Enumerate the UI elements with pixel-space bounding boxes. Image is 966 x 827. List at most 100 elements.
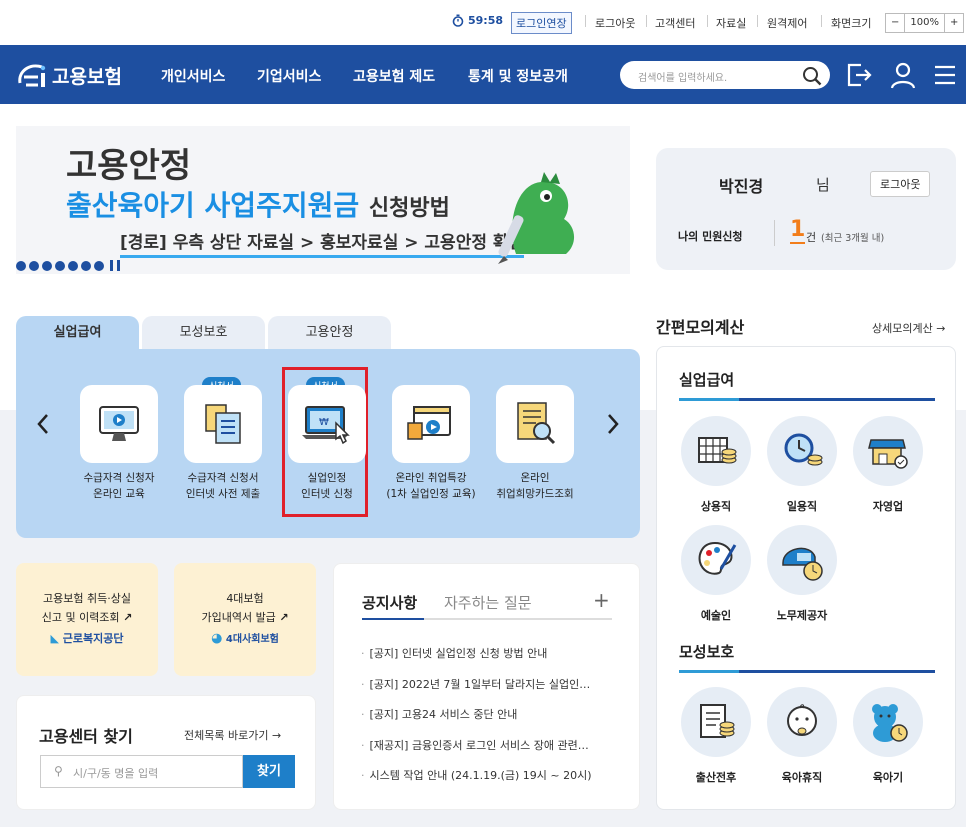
chevron-left-icon[interactable] bbox=[36, 413, 50, 435]
menu-personal[interactable]: 개인서비스 bbox=[161, 66, 225, 86]
tab-unemployment[interactable]: 실업급여 bbox=[16, 316, 139, 350]
calc-parental-leave-button[interactable] bbox=[767, 687, 837, 757]
tab-employment-stability[interactable]: 고용안정 bbox=[268, 316, 391, 350]
search-icon: ⚲ bbox=[54, 764, 63, 778]
video-window-icon bbox=[407, 406, 451, 440]
full-list-link[interactable]: 전체목록 바로가기 → bbox=[184, 727, 281, 743]
calc-daily-button[interactable] bbox=[767, 416, 837, 486]
remote-control-link[interactable]: 원격제어 bbox=[767, 15, 807, 31]
center-search-input[interactable]: ⚲ 시/구/동 명을 입력 bbox=[40, 755, 243, 788]
notice-item[interactable]: [재공지] 금융인증서 로그인 서비스 장애 관련… bbox=[361, 737, 589, 753]
notice-item[interactable]: 시스템 작업 안내 (24.1.19.(금) 19시 ~ 20시) bbox=[361, 767, 592, 783]
calc-title: 간편모의계산 bbox=[656, 318, 745, 337]
calc-label: 육아기 bbox=[872, 771, 904, 784]
tab-faq[interactable]: 자주하는 질문 bbox=[444, 592, 532, 613]
petition-count[interactable]: 1 bbox=[790, 218, 806, 244]
calc-prepost-birth-button[interactable] bbox=[681, 687, 751, 757]
more-button[interactable]: + bbox=[593, 588, 610, 612]
user-icon[interactable] bbox=[889, 61, 917, 89]
calc-label: 예술인 bbox=[700, 609, 732, 622]
notice-item[interactable]: [공지] 인터넷 실업인정 신청 방법 안내 bbox=[361, 645, 548, 661]
zoom-in-button[interactable]: + bbox=[945, 14, 963, 32]
service-label: 수급자격 신청자 온라인 교육 bbox=[83, 472, 155, 500]
divider bbox=[646, 15, 647, 27]
comwel-logo-icon: ◣ bbox=[50, 632, 59, 645]
calc-labor-provider-button[interactable] bbox=[767, 525, 837, 595]
tab-notice[interactable]: 공지사항 bbox=[362, 592, 417, 613]
service-label: 수급자격 신청서 인터넷 사전 제출 bbox=[185, 472, 261, 500]
archive-link[interactable]: 자료실 bbox=[716, 15, 746, 31]
calc-childcare-button[interactable] bbox=[853, 687, 923, 757]
timer-value: 59:58 bbox=[468, 14, 504, 27]
promo-card-4insurance[interactable]: 4대보험 가입내역서 발급 ↗ ◕ 4대사회보험 bbox=[174, 563, 316, 676]
search-icon[interactable] bbox=[802, 66, 822, 86]
service-online-education[interactable] bbox=[80, 385, 158, 463]
zoom-out-button[interactable]: − bbox=[886, 14, 906, 32]
notice-box: 공지사항 자주하는 질문 + [공지] 인터넷 실업인정 신청 방법 안내 [공… bbox=[333, 563, 640, 810]
search-input[interactable]: 검색어를 입력하세요. bbox=[620, 61, 830, 89]
four-insurance-logo-icon: ◕ bbox=[211, 631, 223, 646]
divider bbox=[585, 15, 586, 27]
pagination-dot[interactable] bbox=[29, 260, 39, 271]
calendar-coins-icon bbox=[698, 437, 737, 464]
hamburger-menu-icon[interactable] bbox=[933, 61, 957, 89]
banner-subtitle: 출산육아기 사업주지원금 신청방법 bbox=[66, 189, 450, 222]
detail-calc-link[interactable]: 상세모의계산 → bbox=[872, 320, 945, 336]
calc-label: 육아휴직 bbox=[781, 771, 823, 784]
calc-section-maternity: 모성보호 bbox=[679, 641, 935, 673]
menu-statistics[interactable]: 통계 및 정보공개 bbox=[468, 66, 568, 86]
pause-icon[interactable] bbox=[110, 260, 113, 271]
calc-artist-button[interactable] bbox=[681, 525, 751, 595]
main-banner[interactable]: 고용안정 출산육아기 사업주지원금 신청방법 [경로] 우측 상단 자료실 > … bbox=[16, 126, 630, 274]
customer-center-link[interactable]: 고객센터 bbox=[655, 15, 695, 31]
stopwatch-icon bbox=[452, 14, 464, 27]
center-search-placeholder: 시/구/동 명을 입력 bbox=[73, 767, 159, 780]
find-button[interactable]: 찾기 bbox=[243, 755, 295, 788]
tab-maternity[interactable]: 모성보호 bbox=[142, 316, 265, 350]
documents-icon bbox=[205, 404, 241, 444]
logout-link[interactable]: 로그아웃 bbox=[595, 15, 635, 31]
notice-item[interactable]: [공지] 2022년 7월 1일부터 달라지는 실업인… bbox=[361, 676, 591, 692]
utility-bar: 59:58 로그인연장 로그아웃 고객센터 자료실 원격제어 화면크기 − 10… bbox=[0, 0, 966, 45]
menu-system[interactable]: 고용보험 제도 bbox=[353, 66, 435, 86]
pagination-dot[interactable] bbox=[55, 260, 65, 271]
org-4insurance: ◕ 4대사회보험 bbox=[211, 631, 279, 646]
pagination-dot[interactable] bbox=[16, 260, 26, 271]
external-link-icon: ↗ bbox=[279, 611, 289, 624]
pagination-dot[interactable] bbox=[42, 260, 52, 271]
site-logo[interactable]: 고용보험 bbox=[16, 62, 122, 89]
promo-line: 고용보험 취득·상실 bbox=[43, 592, 131, 605]
divider bbox=[774, 220, 775, 246]
calc-panel: 실업급여 상용직 일용직 자영업 예술인 노무제공자 모성보호 출산전후 육아휴… bbox=[656, 346, 956, 810]
chevron-right-icon[interactable] bbox=[606, 413, 620, 435]
org-comwel: ◣ 근로복지공단 bbox=[50, 632, 124, 645]
calc-label: 노무제공자 bbox=[776, 609, 828, 622]
login-extend-button[interactable]: 로그인연장 bbox=[511, 12, 572, 34]
find-employment-center: 고용센터 찾기 전체목록 바로가기 → ⚲ 시/구/동 명을 입력 찾기 bbox=[16, 695, 316, 810]
service-online-lecture[interactable] bbox=[392, 385, 470, 463]
promo-card-insurance-history[interactable]: 고용보험 취득·상실 신고 및 이력조회 ↗ ◣ 근로복지공단 bbox=[16, 563, 158, 676]
user-logout-button[interactable]: 로그아웃 bbox=[870, 171, 931, 197]
teddy-bear-clock-icon bbox=[872, 704, 908, 742]
pagination-dot[interactable] bbox=[81, 260, 91, 271]
service-label: 실업인정 인터넷 신청 bbox=[301, 472, 353, 500]
dinosaur-mascot-icon bbox=[498, 172, 575, 264]
promo-line: 신고 및 이력조회 ↗ bbox=[41, 611, 133, 624]
palette-icon bbox=[698, 541, 737, 575]
calc-self-employed-button[interactable] bbox=[853, 416, 923, 486]
calc-section-unemployment: 실업급여 bbox=[679, 369, 935, 401]
user-suffix: 님 bbox=[816, 176, 830, 194]
petition-label: 나의 민원신청 bbox=[678, 230, 743, 243]
pagination-dot[interactable] bbox=[68, 260, 78, 271]
service-pre-submit[interactable] bbox=[184, 385, 262, 463]
service-hope-card[interactable] bbox=[496, 385, 574, 463]
service-unemployment-recognition[interactable]: ₩ bbox=[288, 385, 366, 463]
calc-regular-button[interactable] bbox=[681, 416, 751, 486]
notice-item[interactable]: [공지] 고용24 서비스 중단 안내 bbox=[361, 706, 518, 722]
pagination-dot[interactable] bbox=[94, 260, 104, 271]
user-name: 박진경 bbox=[719, 177, 764, 196]
logout-icon[interactable] bbox=[845, 61, 873, 89]
service-panel: 수급자격 신청자온라인 교육 신청서 수급자격 신청서인터넷 사전 제출 신청서… bbox=[16, 349, 640, 538]
store-icon bbox=[868, 439, 908, 469]
menu-business[interactable]: 기업서비스 bbox=[257, 66, 321, 86]
